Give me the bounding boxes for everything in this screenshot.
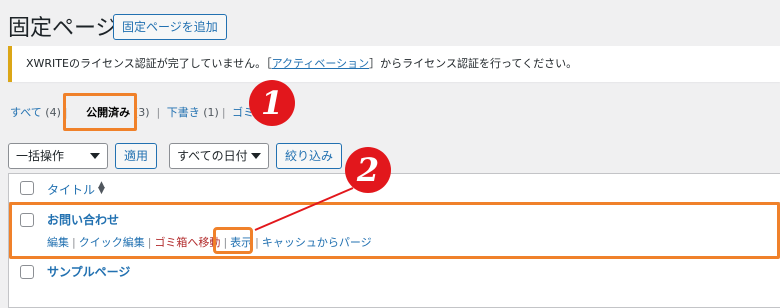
annotation-badge-2: 2 (345, 147, 391, 193)
annotation-badge-1: 1 (249, 80, 295, 126)
annotation-arrow (254, 187, 354, 231)
